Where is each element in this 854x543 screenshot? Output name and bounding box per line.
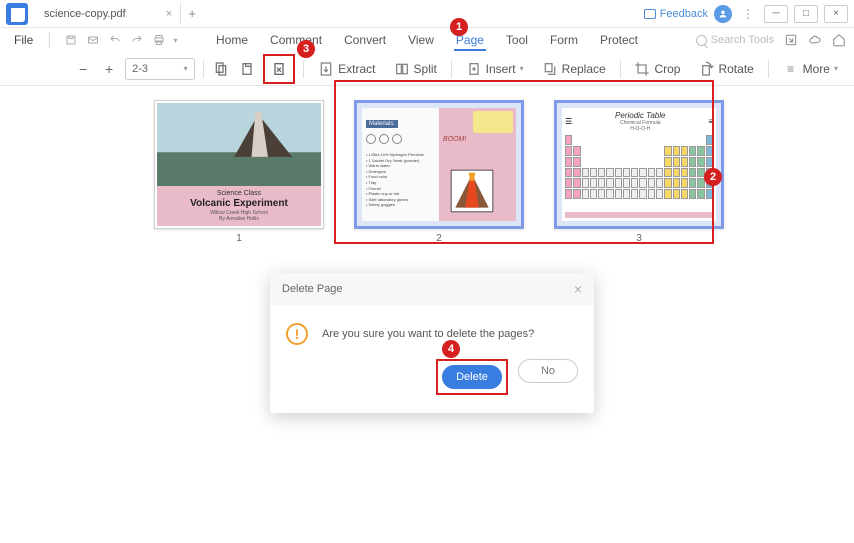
replace-button[interactable]: Replace: [536, 57, 612, 81]
insert-button[interactable]: Insert ▾: [460, 57, 530, 81]
document-tab[interactable]: science-copy.pdf ×: [34, 3, 181, 25]
tab-home[interactable]: Home: [214, 33, 250, 47]
warning-icon: !: [286, 323, 308, 345]
minimize-button[interactable]: ─: [764, 5, 788, 23]
file-menu[interactable]: File: [8, 33, 39, 47]
titlebar: science-copy.pdf × + Feedback ⋮ ─ □ ×: [0, 0, 854, 28]
undo-icon[interactable]: [108, 34, 122, 46]
tab-tool[interactable]: Tool: [504, 33, 530, 47]
delete-button[interactable]: Delete: [442, 365, 502, 389]
annotation-badge-1: 1: [450, 18, 468, 36]
chevron-down-icon: ▾: [184, 64, 188, 73]
redo-icon[interactable]: [130, 34, 144, 46]
print-icon[interactable]: [152, 34, 166, 46]
more-button[interactable]: ≡ More ▾: [777, 57, 844, 81]
rotate-button[interactable]: Rotate: [692, 57, 759, 81]
mail-icon[interactable]: [86, 34, 100, 46]
dialog-message: Are you sure you want to delete the page…: [322, 328, 534, 340]
menubar: File | ▾ Home Comment Convert View Page …: [0, 28, 854, 52]
feedback-icon: [644, 9, 656, 19]
search-icon: [696, 35, 707, 46]
split-button[interactable]: Split: [388, 57, 443, 81]
cloud-icon[interactable]: [808, 33, 822, 47]
delete-page-dialog: Delete Page × ! Are you sure you want to…: [270, 273, 594, 413]
maximize-button[interactable]: □: [794, 5, 818, 23]
close-tab-icon[interactable]: ×: [166, 8, 172, 20]
dialog-close-button[interactable]: ×: [574, 281, 582, 297]
home-icon[interactable]: [832, 33, 846, 47]
more-icon: ≡: [783, 61, 799, 77]
zoom-out-button[interactable]: −: [73, 57, 93, 81]
app-icon: [6, 3, 28, 25]
save-icon[interactable]: [64, 34, 78, 46]
share-icon[interactable]: [784, 33, 798, 47]
annotation-badge-4: 4: [442, 340, 460, 358]
page-tool-2[interactable]: [237, 57, 257, 81]
crop-button[interactable]: Crop: [628, 57, 686, 81]
dialog-title: Delete Page: [282, 283, 343, 295]
thumbnail-3[interactable]: ☰ Periodic Table Chemical Formula H-O-O-…: [554, 100, 724, 244]
page-range-input[interactable]: 2-3 ▾: [125, 58, 194, 80]
kebab-menu-icon[interactable]: ⋮: [738, 7, 758, 21]
annotation-badge-2: 2: [704, 168, 722, 186]
zoom-in-button[interactable]: +: [99, 57, 119, 81]
page-tool-1[interactable]: [211, 57, 231, 81]
add-tab-button[interactable]: +: [181, 6, 203, 21]
thumbnail-1[interactable]: Science Class Volcanic Experiment Willow…: [154, 100, 324, 244]
feedback-link[interactable]: Feedback: [644, 8, 708, 20]
tab-title: science-copy.pdf: [44, 8, 126, 20]
annotation-badge-3: 3: [297, 40, 315, 58]
quick-dropdown-icon[interactable]: ▾: [174, 36, 178, 45]
chevron-down-icon: ▾: [834, 64, 838, 73]
delete-page-tool[interactable]: [266, 57, 292, 81]
close-window-button[interactable]: ×: [824, 5, 848, 23]
tab-form[interactable]: Form: [548, 33, 580, 47]
chevron-down-icon: ▾: [520, 64, 524, 73]
tab-comment[interactable]: Comment: [268, 33, 324, 47]
tab-view[interactable]: View: [406, 33, 436, 47]
thumbnail-2[interactable]: Materials: • 125ml 10% Hydrogen Peroxide…: [354, 100, 524, 244]
no-button[interactable]: No: [518, 359, 578, 383]
user-avatar[interactable]: [714, 5, 732, 23]
page-toolbar: − + 2-3 ▾ Extract Split Insert ▾ Replace…: [0, 52, 854, 86]
tab-convert[interactable]: Convert: [342, 33, 388, 47]
extract-button[interactable]: Extract: [312, 57, 381, 81]
search-tools[interactable]: Search Tools: [696, 34, 774, 46]
tab-protect[interactable]: Protect: [598, 33, 640, 47]
